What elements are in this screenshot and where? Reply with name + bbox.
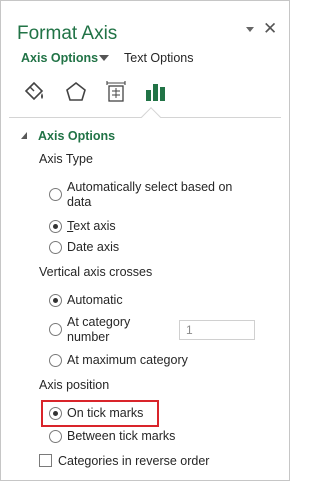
axis-position-label: Axis position [39, 378, 110, 392]
radio-date-axis[interactable] [49, 241, 62, 254]
radio-at-category-number[interactable] [49, 323, 62, 336]
radio-on-tick-marks[interactable] [49, 407, 62, 420]
size-properties-icon[interactable] [103, 79, 129, 105]
radio-text-axis[interactable] [49, 220, 62, 233]
reverse-order-checkbox[interactable] [39, 454, 52, 467]
radio-between-tick-marks-label: Between tick marks [67, 429, 176, 443]
section-title[interactable]: Axis Options [38, 129, 115, 143]
radio-text-axis-label: Text axis [67, 219, 116, 233]
radio-date-axis-label: Date axis [67, 240, 120, 254]
radio-at-category-number-label: At category number [67, 315, 131, 344]
chevron-down-icon[interactable] [245, 21, 255, 35]
close-icon[interactable]: ✕ [263, 19, 277, 39]
category-number-input[interactable]: 1 [179, 320, 255, 340]
tab-text-options[interactable]: Text Options [124, 51, 193, 65]
effects-icon[interactable] [63, 79, 89, 105]
format-axis-pane: Format Axis ✕ Axis Options Text Options [0, 0, 290, 481]
axis-type-label: Axis Type [39, 152, 93, 166]
radio-automatic[interactable] [49, 294, 62, 307]
fill-line-icon[interactable] [21, 79, 47, 105]
tab-axis-options[interactable]: Axis Options [21, 51, 98, 65]
radio-automatic-select-label: Automatically select based on data [67, 180, 233, 209]
radio-on-tick-marks-label: On tick marks [67, 406, 144, 420]
collapse-triangle-icon[interactable] [21, 132, 27, 139]
radio-automatic-select[interactable] [49, 188, 62, 201]
axis-options-icon[interactable] [143, 79, 169, 105]
radio-at-maximum-category[interactable] [49, 354, 62, 367]
radio-between-tick-marks[interactable] [49, 430, 62, 443]
pane-title: Format Axis [17, 23, 118, 44]
reverse-order-label: Categories in reverse order [58, 454, 210, 468]
radio-automatic-label: Automatic [67, 293, 123, 307]
tab-dropdown-arrow-icon[interactable] [99, 55, 109, 61]
radio-at-maximum-category-label: At maximum category [67, 353, 188, 367]
vertical-axis-crosses-label: Vertical axis crosses [39, 265, 153, 279]
